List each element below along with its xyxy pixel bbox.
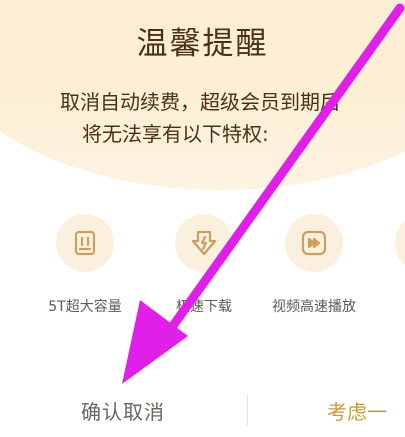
feature-storage: 5T超大容量 (39, 214, 131, 316)
think-again-button[interactable]: 考虑一 (327, 396, 387, 425)
feature-label: 视频高速播放 (272, 299, 356, 315)
description-line-2: 将无法享有以下特权: (82, 122, 269, 146)
cloud-icon (395, 214, 405, 272)
download-icon (175, 214, 233, 272)
feature-label: 5T超大容量 (48, 299, 122, 315)
fast-play-icon (285, 214, 343, 272)
description-line-1: 取消自动续费，超级会员到期后 (60, 90, 340, 114)
feature-cloud: 云 (378, 214, 405, 316)
feature-fast-video: 视频高速播放 (268, 214, 360, 316)
feature-fast-download: 极速下载 (158, 214, 250, 316)
feature-label: 极速下载 (176, 299, 232, 315)
cancel-autorenew-dialog: 温馨提醒 取消自动续费，超级会员到期后 将无法享有以下特权: 5T超大容量 极速… (0, 0, 405, 437)
dialog-description: 取消自动续费，超级会员到期后 将无法享有以下特权: (60, 86, 405, 150)
feature-label: 云 (378, 296, 405, 316)
footer-divider (247, 394, 248, 426)
storage-icon (56, 214, 114, 272)
dialog-title: 温馨提醒 (136, 26, 269, 62)
dialog-footer: 确认取消 考虑一 (0, 380, 405, 437)
confirm-cancel-button[interactable]: 确认取消 (38, 396, 208, 425)
